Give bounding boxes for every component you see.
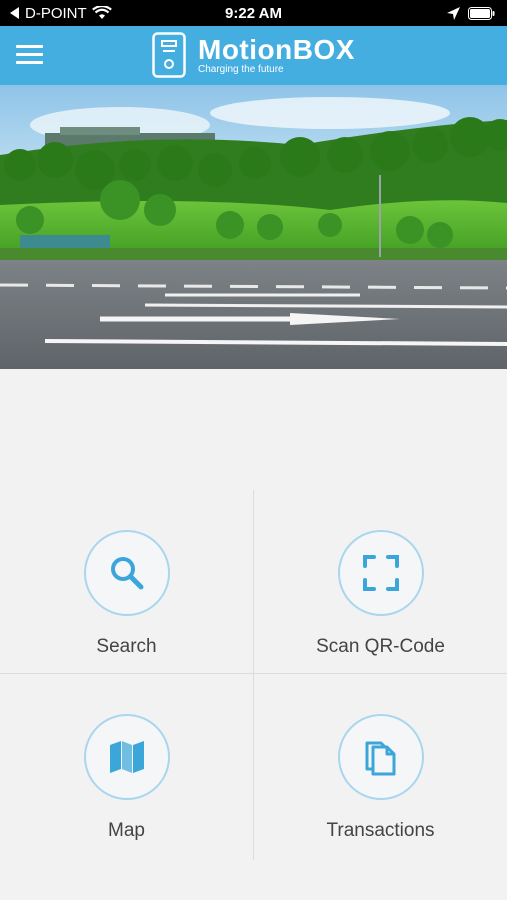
scan-qr-tile[interactable]: Scan QR-Code <box>254 490 507 673</box>
wifi-icon <box>91 6 112 19</box>
charger-logo-icon <box>152 32 186 78</box>
transactions-tile[interactable]: Transactions <box>254 674 507 857</box>
map-tile-label: Map <box>108 820 145 841</box>
documents-icon <box>365 741 395 776</box>
app-header: MotionBOX Charging the future <box>0 26 507 85</box>
hero-landscape <box>0 85 507 369</box>
map-tile-circle <box>83 714 170 800</box>
back-arrow-icon[interactable] <box>10 7 20 19</box>
transactions-tile-label: Transactions <box>326 820 435 841</box>
app-name: MotionBOX <box>198 34 355 65</box>
status-right <box>447 6 495 20</box>
scan-qr-tile-label: Scan QR-Code <box>316 636 445 657</box>
hamburger-icon <box>16 44 43 48</box>
search-icon <box>110 557 143 590</box>
location-arrow-icon <box>447 6 460 20</box>
carrier-label: D-POINT <box>25 4 87 22</box>
battery-icon <box>468 6 495 20</box>
hero-image <box>0 85 507 369</box>
app-tagline: Charging the future <box>198 64 284 75</box>
search-tile-circle <box>83 530 170 616</box>
brand: MotionBOX Charging the future <box>152 32 355 78</box>
menu-button[interactable] <box>16 39 50 69</box>
map-tile[interactable]: Map <box>0 674 253 857</box>
brand-text: MotionBOX Charging the future <box>198 34 355 76</box>
status-left: D-POINT <box>10 5 112 22</box>
scan-qr-tile-circle <box>337 530 424 616</box>
transactions-tile-circle <box>337 714 424 800</box>
status-bar: D-POINT 9:22 AM <box>0 0 507 26</box>
map-icon <box>109 741 144 773</box>
qr-scan-icon <box>362 555 399 591</box>
search-tile[interactable]: Search <box>0 490 253 673</box>
action-grid: Search Scan QR-Code Map Transactions <box>0 490 507 860</box>
search-tile-label: Search <box>96 636 157 657</box>
